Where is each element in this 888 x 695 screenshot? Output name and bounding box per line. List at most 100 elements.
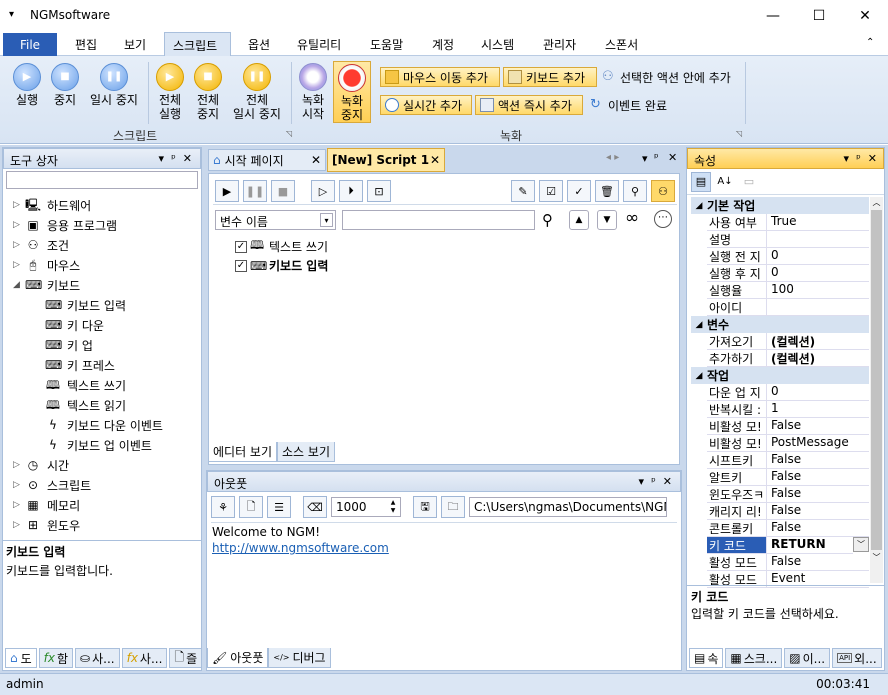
search-icon[interactable]: ⚲ bbox=[623, 180, 647, 202]
property-value[interactable]: True bbox=[767, 214, 869, 231]
broom-icon[interactable]: ⚘ bbox=[211, 496, 235, 518]
play-from-icon[interactable]: ⊡ bbox=[367, 180, 391, 202]
action-checkbox[interactable]: ✓ bbox=[235, 259, 247, 272]
property-pages-icon[interactable]: ▭ bbox=[739, 172, 759, 192]
pin-icon[interactable]: ᵖ bbox=[171, 152, 176, 165]
add-action-now-button[interactable]: 액션 즉시 추가 bbox=[475, 95, 583, 115]
toolbox-search-input[interactable] bbox=[6, 171, 198, 189]
collapse-ribbon-icon[interactable]: ⌃ bbox=[866, 37, 874, 48]
property-row[interactable]: 실행율 100 bbox=[691, 282, 869, 299]
record-stop-button[interactable]: 녹화 중지 bbox=[333, 61, 371, 123]
toolbox-item[interactable]: ▷ 🖳 하드웨어 bbox=[13, 195, 201, 215]
toolbox-item[interactable]: ϟ 키보드 다운 이벤트 bbox=[13, 415, 201, 435]
output-path-input[interactable]: C:\Users\ngmas\Documents\NGM6\ bbox=[469, 497, 667, 517]
property-row[interactable]: 반복시킬 :1 bbox=[691, 401, 869, 418]
property-category[interactable]: ◢ 변수 bbox=[691, 316, 869, 333]
sort-alpha-icon[interactable]: A↓ bbox=[715, 172, 735, 192]
toolbox-item[interactable]: ▷ ⊙ 스크립트 bbox=[13, 475, 201, 495]
variable-select[interactable]: 변수 이름 ▾ bbox=[215, 210, 336, 230]
list-icon[interactable]: ☰ bbox=[267, 496, 291, 518]
eraser-icon[interactable]: ⌫ bbox=[303, 496, 327, 518]
add-realtime-button[interactable]: 실시간 추가 bbox=[380, 95, 472, 115]
tab-script-1[interactable]: [New] Script 1 ✕ bbox=[327, 148, 445, 172]
toolbox-item[interactable]: ▷ ⊞ 윈도우 bbox=[13, 515, 201, 535]
action-checkbox[interactable]: ✓ bbox=[235, 240, 247, 253]
action-item[interactable]: ✓ 🕮 텍스트 쓰기 bbox=[235, 237, 328, 256]
menu-tab-help[interactable]: 도움말 bbox=[370, 36, 403, 53]
tab-source-view[interactable]: 소스 보기 bbox=[277, 442, 335, 462]
property-value[interactable]: 1 bbox=[767, 401, 869, 418]
expander-icon[interactable]: ▷ bbox=[13, 520, 25, 530]
tab-images[interactable]: ▨ 이... bbox=[784, 648, 831, 668]
property-value[interactable]: 0 bbox=[767, 248, 869, 265]
record-start-button[interactable]: 녹화 시작 bbox=[296, 63, 330, 121]
expander-icon[interactable]: ▷ bbox=[13, 220, 25, 230]
move-up-icon[interactable]: ▲ bbox=[569, 210, 589, 230]
menu-tab-system[interactable]: 시스템 bbox=[481, 36, 514, 53]
property-row[interactable]: 알트키 False bbox=[691, 469, 869, 486]
toolbox-item[interactable]: ϟ 키보드 업 이벤트 bbox=[13, 435, 201, 455]
scroll-thumb[interactable] bbox=[871, 210, 882, 550]
toolbox-item[interactable]: 🕮 텍스트 읽기 bbox=[13, 395, 201, 415]
search-icon[interactable]: ⚲ bbox=[542, 211, 553, 229]
close-tab-icon[interactable]: ✕ bbox=[430, 153, 440, 167]
property-value[interactable]: 0 bbox=[767, 384, 869, 401]
pause-button[interactable]: ❚❚ 일시 중지 bbox=[86, 63, 142, 107]
menu-tab-script[interactable]: 스크립트 bbox=[164, 32, 231, 57]
tab-output[interactable]: 🖌 아웃풋 bbox=[207, 648, 269, 668]
property-value[interactable]: False bbox=[767, 503, 869, 520]
folder-icon[interactable]: 🗀 bbox=[441, 496, 465, 518]
action-item[interactable]: ✓ ⌨ 키보드 입력 bbox=[235, 256, 328, 275]
move-down-icon[interactable]: ▼ bbox=[597, 210, 617, 230]
add-in-selected-button[interactable]: ⚇ 선택한 액션 안에 추가 bbox=[598, 67, 748, 87]
menu-tab-account[interactable]: 계정 bbox=[432, 36, 454, 53]
file-menu[interactable]: File bbox=[3, 33, 57, 56]
property-category[interactable]: ◢ 작업 bbox=[691, 367, 869, 384]
expander-icon[interactable]: ◢ bbox=[13, 280, 25, 290]
menu-tab-admin[interactable]: 관리자 bbox=[543, 36, 576, 53]
tab-functions[interactable]: fx 함 bbox=[38, 648, 74, 668]
toolbox-item[interactable]: ⌨ 키 다운 bbox=[13, 315, 201, 335]
pin-icon[interactable]: ᵖ bbox=[654, 151, 659, 164]
tab-user-functions[interactable]: fx 사... bbox=[121, 648, 168, 668]
chevron-down-icon[interactable]: ﹀ bbox=[853, 537, 869, 552]
new-file-icon[interactable]: 🗋 bbox=[239, 496, 263, 518]
property-row[interactable]: 비활성 모! PostMessage bbox=[691, 435, 869, 452]
property-value[interactable]: RETURN bbox=[767, 537, 853, 554]
check-icon[interactable]: ☑ bbox=[539, 180, 563, 202]
step-icon[interactable]: ▷ bbox=[311, 180, 335, 202]
more-icon[interactable]: ⋯ bbox=[654, 210, 672, 228]
pin-icon[interactable]: ᵖ bbox=[856, 152, 861, 165]
property-row[interactable]: 설명 bbox=[691, 231, 869, 248]
close-button[interactable]: ✕ bbox=[842, 0, 888, 32]
variable-search-input[interactable] bbox=[342, 210, 535, 230]
tree-view-icon[interactable]: ⚇ bbox=[651, 180, 675, 202]
pause-icon[interactable]: ❚❚ bbox=[243, 180, 267, 202]
scroll-down-icon[interactable]: ﹀ bbox=[870, 552, 883, 563]
pin-icon[interactable]: ᵖ bbox=[651, 475, 656, 488]
property-row[interactable]: 비활성 모! False bbox=[691, 418, 869, 435]
property-row[interactable]: 다운 업 지0 bbox=[691, 384, 869, 401]
menu-tab-options[interactable]: 옵션 bbox=[248, 36, 270, 53]
number-input[interactable]: 1000 ▲ ▼ bbox=[331, 497, 401, 517]
pause-all-button[interactable]: ❚❚ 전체 일시 중지 bbox=[229, 63, 285, 121]
property-value[interactable]: False bbox=[767, 452, 869, 469]
property-row[interactable]: 실행 후 지0 bbox=[691, 265, 869, 282]
close-icon[interactable]: ✕ bbox=[668, 151, 677, 164]
property-row[interactable]: 사용 여부 True bbox=[691, 214, 869, 231]
play-icon[interactable]: ▶ bbox=[215, 180, 239, 202]
property-value[interactable]: False bbox=[767, 486, 869, 503]
property-row[interactable]: 윈도우즈ㅋ False bbox=[691, 486, 869, 503]
dropdown-icon[interactable]: ▾ bbox=[639, 475, 645, 488]
expander-icon[interactable]: ▷ bbox=[13, 260, 25, 270]
close-icon[interactable]: ✕ bbox=[663, 475, 672, 488]
property-value[interactable]: PostMessage bbox=[767, 435, 869, 452]
categorized-icon[interactable]: ▤ bbox=[691, 171, 711, 192]
add-keyboard-button[interactable]: 키보드 추가 bbox=[503, 67, 597, 87]
event-complete-button[interactable]: ↻ 이벤트 완료 bbox=[586, 95, 686, 115]
expander-icon[interactable]: ▷ bbox=[13, 240, 25, 250]
toolbox-item[interactable]: ▷ 🖰 마우스 bbox=[13, 255, 201, 275]
tab-user[interactable]: ⛀ 사... bbox=[75, 648, 120, 668]
close-icon[interactable]: ✕ bbox=[868, 152, 877, 165]
stop-all-button[interactable]: ■ 전체 중지 bbox=[191, 63, 225, 121]
